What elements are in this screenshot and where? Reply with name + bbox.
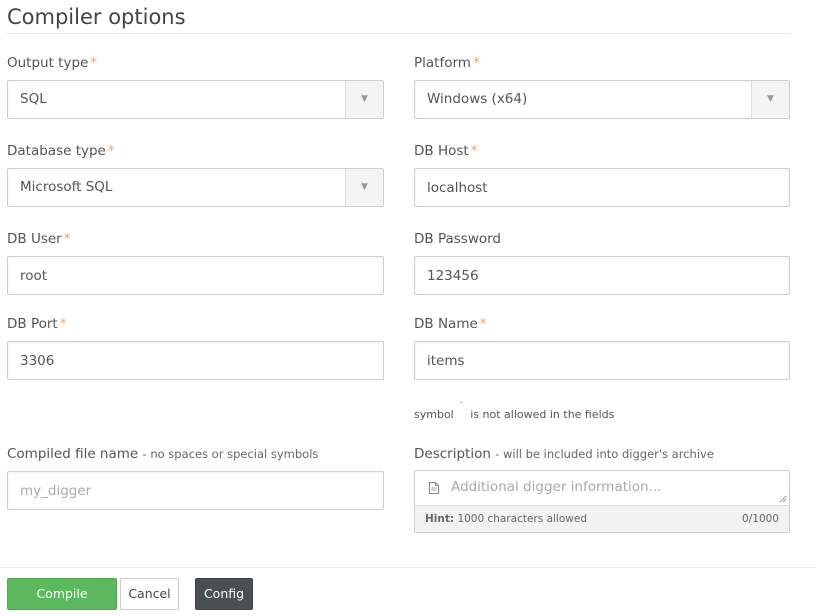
- database-type-value: Microsoft SQL: [20, 179, 113, 195]
- database-type-select[interactable]: Microsoft SQL ▼: [7, 168, 384, 207]
- forbidden-symbol: `: [458, 401, 466, 416]
- db-user-input[interactable]: [20, 257, 371, 294]
- symbol-note-before: symbol: [414, 408, 454, 421]
- platform-value: Windows (x64): [427, 91, 528, 107]
- compile-button[interactable]: Compile: [7, 578, 117, 610]
- required-mark: *: [90, 55, 98, 71]
- cancel-button[interactable]: Cancel: [120, 578, 179, 610]
- resize-grip-icon[interactable]: [779, 495, 787, 503]
- db-name-field[interactable]: [414, 341, 790, 380]
- db-port-field[interactable]: [7, 341, 384, 380]
- compiled-file-input[interactable]: [20, 472, 371, 509]
- document-icon: [429, 482, 439, 494]
- db-port-label: DB Port *: [7, 316, 67, 332]
- footer-divider: [0, 567, 815, 568]
- required-mark: *: [107, 143, 115, 159]
- compiled-file-field[interactable]: [7, 471, 384, 510]
- description-sublabel: - will be included into digger's archive: [495, 447, 714, 461]
- caret-down-icon[interactable]: ▼: [345, 169, 383, 206]
- db-port-input[interactable]: [20, 342, 371, 379]
- required-mark: *: [63, 231, 71, 247]
- output-type-label: Output type *: [7, 55, 98, 71]
- db-name-input[interactable]: [427, 342, 777, 379]
- description-field[interactable]: Hint: 1000 characters allowed 0/1000: [414, 470, 790, 533]
- db-password-field[interactable]: [414, 256, 790, 295]
- db-password-label: DB Password: [414, 231, 502, 247]
- output-type-value: SQL: [20, 91, 47, 107]
- description-textarea[interactable]: [451, 479, 771, 501]
- compiled-file-sublabel: - no spaces or special symbols: [142, 447, 319, 461]
- db-name-label: DB Name *: [414, 316, 487, 332]
- db-password-input[interactable]: [427, 257, 777, 294]
- db-host-input[interactable]: [427, 169, 777, 206]
- compiled-file-label: Compiled file name - no spaces or specia…: [7, 446, 319, 462]
- description-hint-bar: Hint: 1000 characters allowed 0/1000: [415, 505, 789, 532]
- platform-select[interactable]: Windows (x64) ▼: [414, 80, 790, 119]
- config-button[interactable]: Config: [195, 578, 253, 610]
- db-user-field[interactable]: [7, 256, 384, 295]
- caret-down-icon[interactable]: ▼: [751, 81, 789, 118]
- platform-label: Platform *: [414, 55, 480, 71]
- character-counter: 0/1000: [742, 513, 779, 525]
- title-divider: [7, 33, 790, 34]
- required-mark: *: [472, 55, 480, 71]
- hint-text: Hint: 1000 characters allowed: [425, 513, 587, 525]
- caret-down-icon[interactable]: ▼: [345, 81, 383, 118]
- database-type-label: Database type *: [7, 143, 115, 159]
- db-host-label: DB Host *: [414, 143, 478, 159]
- output-type-select[interactable]: SQL ▼: [7, 80, 384, 119]
- description-label: Description - will be included into digg…: [414, 446, 714, 462]
- required-mark: *: [59, 316, 67, 332]
- symbol-note-after: is not allowed in the fields: [470, 408, 615, 421]
- db-host-field[interactable]: [414, 168, 790, 207]
- db-user-label: DB User *: [7, 231, 71, 247]
- required-mark: *: [470, 143, 478, 159]
- page-title: Compiler options: [7, 5, 186, 29]
- required-mark: *: [479, 316, 487, 332]
- symbol-warning-note: symbol ` is not allowed in the fields: [414, 401, 615, 422]
